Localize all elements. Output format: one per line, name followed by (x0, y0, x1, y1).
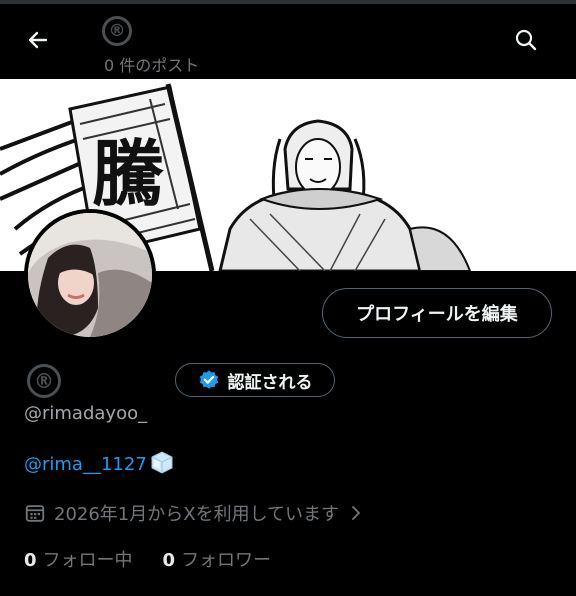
avatar[interactable] (24, 209, 156, 341)
get-verified-label: 認証される (227, 372, 313, 393)
search-icon (515, 29, 537, 51)
joined-label: 2026年1月からXを利用しています (54, 504, 340, 525)
following-count: 0 (24, 550, 37, 571)
back-button[interactable] (16, 18, 60, 62)
chevron-right-icon (352, 506, 360, 520)
registered-name-icon: ® (27, 364, 61, 398)
follow-stats: 0 フォロー中 0 フォロワー (24, 546, 271, 572)
following-label: フォロー中 (42, 550, 133, 571)
profile-handle: @rimadayoo_ (24, 403, 148, 424)
profile-bio: @rima__1127 (24, 450, 175, 479)
following-link[interactable]: 0 フォロー中 (24, 546, 133, 572)
joined-date[interactable]: 2026年1月からXを利用しています (24, 500, 365, 526)
followers-label: フォロワー (181, 550, 272, 571)
followers-link[interactable]: 0 フォロワー (163, 546, 272, 572)
post-count: 0 件のポスト (104, 56, 200, 75)
get-verified-button[interactable]: 認証される (175, 363, 335, 397)
avatar-photo (28, 213, 152, 337)
bio-mention-link[interactable]: @rima__1127 (24, 454, 147, 475)
registered-mark-icon: ® (102, 16, 132, 46)
calendar-icon (25, 505, 45, 522)
profile-header: ® 0 件のポスト (0, 4, 576, 78)
verified-badge-icon (199, 370, 218, 389)
edit-profile-button[interactable]: プロフィールを編集 (322, 288, 552, 338)
flag-character: 騰 (92, 131, 164, 216)
ice-cube-icon (149, 450, 175, 479)
followers-count: 0 (162, 550, 176, 571)
search-button[interactable] (504, 18, 548, 62)
arrow-left-icon (28, 31, 48, 49)
